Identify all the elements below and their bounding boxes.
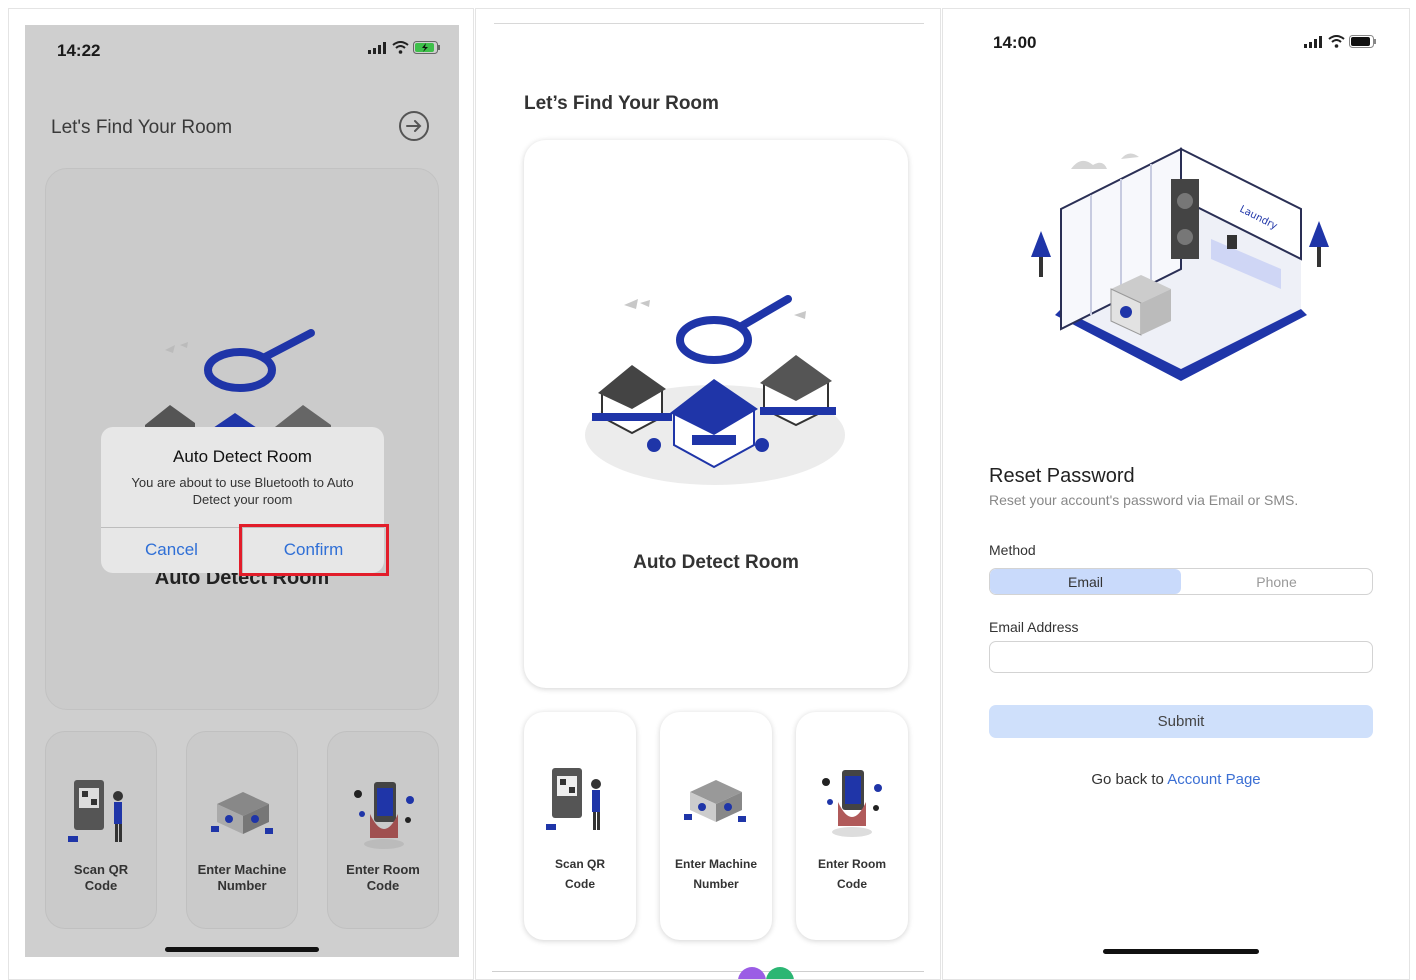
- home-indicator: [165, 947, 319, 952]
- go-back-text: Go back to Account Page: [1091, 771, 1261, 788]
- enter-room-label: Enter Room Code: [346, 862, 420, 893]
- qr-scan-icon: [68, 780, 123, 842]
- room-code-phone-icon: [354, 782, 414, 849]
- wifi-icon: [1328, 35, 1345, 48]
- method-label: Method: [989, 542, 1036, 558]
- enter-machine-number-card[interactable]: Enter Machine Number: [186, 731, 298, 929]
- email-address-label: Email Address: [989, 619, 1079, 635]
- page-title: Reset Password: [989, 465, 1135, 487]
- phone-screen-dimmed: 14:22 Let's Find Your Room Auto Detect R…: [25, 25, 459, 957]
- dialog-message: You are about to use Bluetooth to Auto D…: [131, 475, 354, 507]
- scan-qr-label: Scan QR Code: [73, 862, 129, 893]
- qr-scan-icon: [546, 768, 601, 830]
- status-time: 14:00: [993, 33, 1037, 52]
- battery-icon: [1349, 35, 1376, 48]
- status-icons: [1304, 35, 1377, 48]
- magnifier-houses-illustration: [585, 295, 845, 485]
- bottom-divider: [492, 971, 924, 972]
- signal-icon: [368, 41, 386, 54]
- page-title: Let's Find Your Room: [51, 117, 233, 138]
- scan-qr-code-card[interactable]: Scan QR Code: [45, 731, 157, 929]
- enter-room-label: Enter Room Code: [817, 857, 886, 891]
- top-divider: [494, 23, 924, 24]
- dialog-title: Auto Detect Room: [173, 447, 312, 466]
- washing-machines-icon: [211, 792, 273, 834]
- status-time: 14:22: [57, 41, 101, 60]
- email-address-input[interactable]: [989, 641, 1373, 673]
- signal-icon: [1304, 35, 1322, 48]
- auto-detect-dialog: Auto Detect Room You are about to use Bl…: [101, 427, 389, 576]
- option-cards: Scan QR Code Enter Machine Number Enter Ro…: [45, 731, 439, 929]
- auto-detect-room-card[interactable]: Auto Detect Room: [524, 140, 908, 688]
- status-bar: 14:00: [943, 9, 1409, 59]
- auto-detect-room-label: Auto Detect Room: [633, 552, 799, 573]
- confirm-highlight-box: [239, 524, 389, 576]
- wifi-icon: [392, 41, 409, 54]
- screenshot-stage: 14:22 Let's Find Your Room Auto Detect R…: [0, 0, 1416, 980]
- enter-machine-label: Enter Machine Number: [197, 862, 287, 893]
- submit-button[interactable]: Submit: [989, 705, 1373, 738]
- option-cards: Scan QR Code Enter Machine Number Enter Ro…: [524, 712, 908, 940]
- screen-auto-detect-dialog: 14:22 Let's Find Your Room Auto Detect R…: [8, 8, 474, 980]
- method-segmented-control: Email Phone: [989, 568, 1373, 595]
- enter-machine-number-card[interactable]: Enter Machine Number: [660, 712, 772, 940]
- magnifier-houses-illustration: [145, 329, 331, 445]
- page-title: Let’s Find Your Room: [524, 93, 719, 114]
- screen-find-room: Let’s Find Your Room Auto Detect Room Sc…: [475, 8, 941, 980]
- scan-qr-code-card[interactable]: Scan QR Code: [524, 712, 636, 940]
- status-icons: [368, 41, 441, 54]
- method-option-email[interactable]: Email: [990, 569, 1181, 594]
- page-subtitle: Reset your account's password via Email …: [989, 492, 1299, 508]
- page-dots-icon: [738, 967, 794, 979]
- method-option-phone[interactable]: Phone: [1181, 569, 1372, 594]
- screen-reset-password: 14:00 Laundry Reset Password Reset your …: [942, 8, 1410, 980]
- room-code-phone-icon: [822, 770, 882, 837]
- account-page-link[interactable]: Account Page: [1167, 771, 1260, 788]
- enter-room-code-card[interactable]: Enter Room Code: [327, 731, 439, 929]
- washing-machines-icon: [684, 780, 746, 822]
- status-bar: 14:22: [25, 25, 459, 75]
- arrow-right-circle-icon: [406, 120, 422, 132]
- scan-qr-label: Scan QR Code: [554, 857, 605, 891]
- cancel-button[interactable]: Cancel: [101, 527, 242, 573]
- next-button[interactable]: [399, 111, 429, 141]
- enter-room-code-card[interactable]: Enter Room Code: [796, 712, 908, 940]
- enter-machine-label: Enter Machine Number: [674, 857, 758, 891]
- laundry-room-illustration: Laundry: [1031, 147, 1329, 381]
- battery-charging-icon: [413, 41, 440, 54]
- home-indicator: [1103, 949, 1259, 954]
